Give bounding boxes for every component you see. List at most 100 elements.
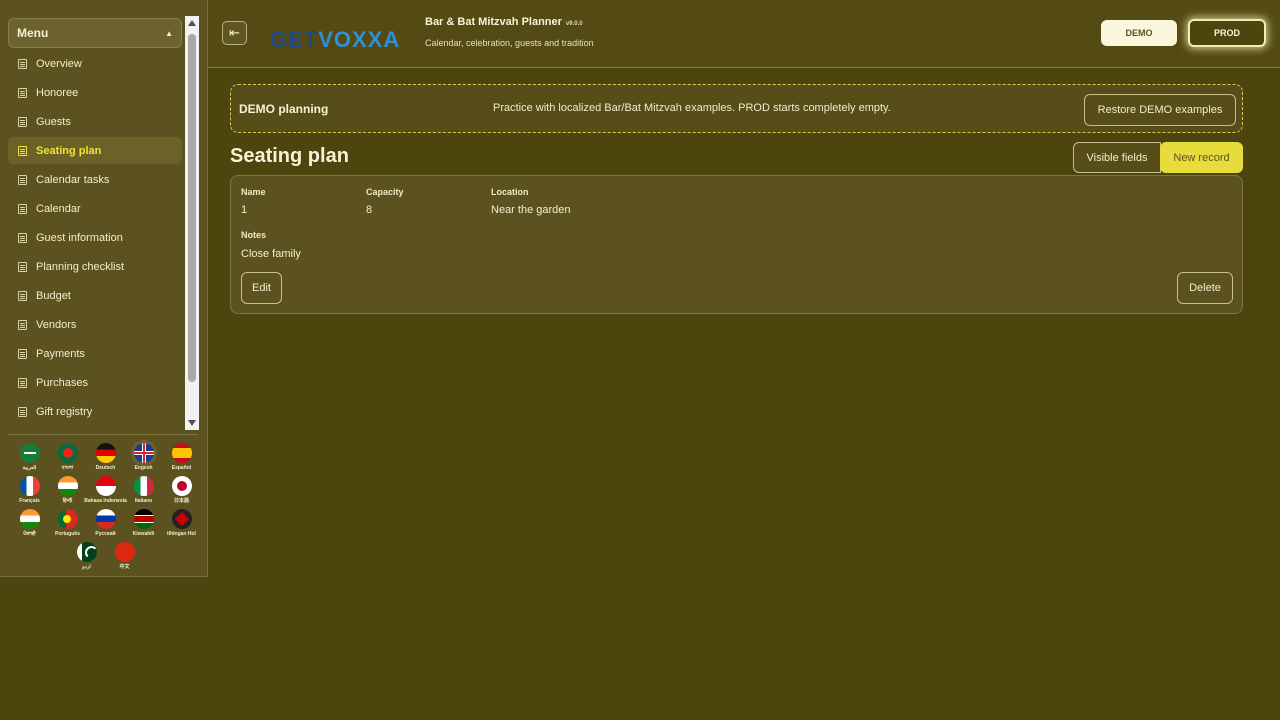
sidebar-collapse-icon: ⇤ [229, 25, 240, 40]
logo: GET VOXXA [270, 27, 401, 52]
field-value-notes: Close family [241, 248, 301, 260]
sidebar-item-budget[interactable]: Budget [8, 282, 182, 309]
japan-flag-icon [171, 476, 192, 496]
menu-panel: Menu ▲ Overview Honoree Guests Seating p… [8, 18, 182, 430]
new-record-button[interactable]: New record [1160, 142, 1243, 173]
sidebar-item-label: Honoree [36, 86, 79, 99]
field-label-capacity: Capacity [366, 187, 404, 197]
scrollbar-thumb[interactable] [188, 34, 196, 382]
language-japanese[interactable]: 日本語 [163, 473, 201, 506]
sidebar-item-label: Gift registry [36, 405, 93, 418]
language-german[interactable]: Deutsch [87, 440, 125, 473]
language-hindi[interactable]: हिन्दी [49, 473, 87, 506]
restore-demo-button[interactable]: Restore DEMO examples [1084, 94, 1236, 126]
document-icon [18, 116, 27, 127]
kenya-flag-icon [133, 509, 154, 529]
banner-text: Practice with localized Bar/Bat Mitzvah … [493, 102, 891, 114]
page-title: Seating plan [230, 145, 349, 167]
france-flag-icon [19, 476, 40, 496]
sidebar-item-honoree[interactable]: Honoree [8, 79, 182, 106]
language-arabic[interactable]: العربية [11, 440, 49, 473]
china-flag-icon [114, 542, 135, 562]
sidebar-item-calendar-tasks[interactable]: Calendar tasks [8, 166, 182, 193]
sidebar-item-label: Overview [36, 57, 82, 70]
sidebar-item-label: Guest information [36, 231, 123, 244]
sidebar-item-label: Vendors [36, 318, 77, 331]
sidebar-collapse-button[interactable]: ⇤ [222, 21, 247, 45]
field-label-location: Location [491, 187, 529, 197]
document-icon [18, 203, 27, 214]
language-portuguese[interactable]: Português [49, 506, 87, 539]
sidebar-item-label: Planning checklist [36, 260, 125, 273]
klingon-emblem-icon [171, 509, 192, 529]
document-icon [18, 261, 27, 272]
language-chinese[interactable]: 中文 [106, 539, 144, 572]
india-flag-icon [57, 476, 78, 496]
menu-title: Menu [17, 26, 49, 40]
indonesia-flag-icon [95, 476, 116, 496]
sidebar-item-label: Calendar [36, 202, 81, 215]
sidebar-item-guest-information[interactable]: Guest information [8, 224, 182, 251]
field-label-notes: Notes [241, 230, 267, 240]
record-card: Name 1 Capacity 8 Location Near the gard… [230, 175, 1243, 314]
sidebar-item-overview[interactable]: Overview [8, 50, 182, 77]
sidebar-item-purchases[interactable]: Purchases [8, 369, 182, 396]
sidebar-item-label: Payments [36, 347, 85, 360]
sidebar-item-planning-checklist[interactable]: Planning checklist [8, 253, 182, 280]
scroll-up-arrow-icon[interactable] [188, 20, 196, 26]
sidebar-item-seating-plan[interactable]: Seating plan [8, 137, 182, 164]
visible-fields-button[interactable]: Visible fields [1073, 142, 1161, 173]
sidebar-item-payments[interactable]: Payments [8, 340, 182, 367]
prod-mode-button[interactable]: PROD [1188, 19, 1266, 47]
saudi-flag-icon [19, 443, 40, 463]
sidebar-item-label: Guests [36, 115, 71, 128]
document-icon [18, 290, 27, 301]
language-urdu[interactable]: اردو [68, 539, 106, 572]
edit-button[interactable]: Edit [241, 272, 282, 304]
language-french[interactable]: Français [11, 473, 49, 506]
germany-flag-icon [95, 443, 116, 463]
document-icon [18, 377, 27, 388]
sidebar-item-label: Purchases [36, 376, 88, 389]
language-swahili[interactable]: Kiswahili [125, 506, 163, 539]
field-value-name: 1 [241, 204, 248, 216]
demo-mode-button[interactable]: DEMO [1101, 20, 1177, 46]
pakistan-flag-icon [76, 542, 97, 562]
divider [8, 434, 198, 435]
app-title: Bar & Bat Mitzvah Planner v9.0.0 [425, 16, 583, 28]
scroll-down-arrow-icon[interactable] [188, 420, 196, 426]
sidebar-item-vendors[interactable]: Vendors [8, 311, 182, 338]
russia-flag-icon [95, 509, 116, 529]
demo-banner: DEMO planning Practice with localized Ba… [230, 84, 1243, 133]
field-label-name: Name [241, 187, 266, 197]
document-icon [18, 174, 27, 185]
sidebar-scrollbar[interactable] [185, 16, 199, 430]
delete-button[interactable]: Delete [1177, 272, 1233, 304]
language-spanish[interactable]: Español [163, 440, 201, 473]
spain-flag-icon [171, 443, 192, 463]
document-icon [18, 232, 27, 243]
uk-flag-icon [133, 443, 154, 463]
sidebar-item-gift-registry[interactable]: Gift registry [8, 398, 182, 425]
language-klingon[interactable]: tlhIngan Hol [163, 506, 201, 539]
banner-title: DEMO planning [239, 102, 329, 116]
sidebar-item-calendar[interactable]: Calendar [8, 195, 182, 222]
sidebar: Menu ▲ Overview Honoree Guests Seating p… [0, 0, 208, 577]
document-icon [18, 145, 27, 156]
language-italian[interactable]: Italiano [125, 473, 163, 506]
sidebar-item-guests[interactable]: Guests [8, 108, 182, 135]
language-indonesian[interactable]: Bahasa Indonesia [84, 473, 127, 506]
menu-header[interactable]: Menu ▲ [8, 18, 182, 48]
field-value-capacity: 8 [366, 204, 373, 216]
language-russian[interactable]: Русский [87, 506, 125, 539]
language-bengali[interactable]: বাংলা [49, 440, 87, 473]
chevron-up-icon[interactable]: ▲ [165, 29, 173, 38]
sidebar-item-label: Budget [36, 289, 71, 302]
language-picker: العربية বাংলা Deutsch English Español Fr… [8, 440, 203, 572]
sidebar-item-label: Calendar tasks [36, 173, 110, 186]
language-punjabi[interactable]: ਪੰਜਾਬੀ [11, 506, 49, 539]
italy-flag-icon [133, 476, 154, 496]
app-subtitle: Calendar, celebration, guests and tradit… [425, 38, 594, 48]
document-icon [18, 87, 27, 98]
language-english[interactable]: English [125, 440, 163, 473]
